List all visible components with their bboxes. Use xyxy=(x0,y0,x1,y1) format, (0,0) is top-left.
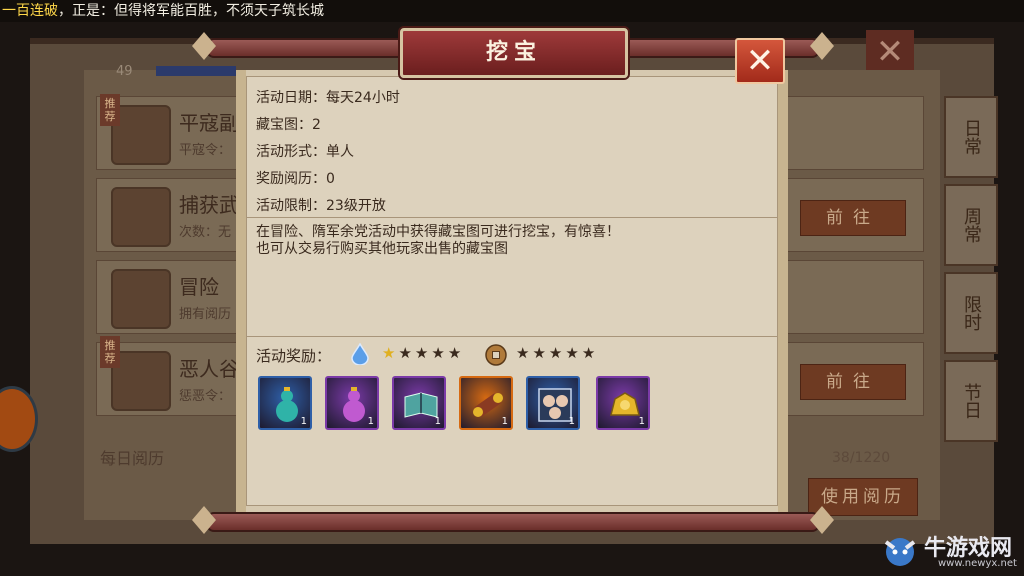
tab-weekly[interactable]: 周常 xyxy=(944,184,998,266)
star-icon: ★ xyxy=(447,344,465,362)
star-icon: ★ xyxy=(516,344,533,362)
reward-item-book[interactable]: 1 xyxy=(392,376,446,430)
activity-icon xyxy=(111,269,171,329)
info-activity-limit: 活动限制：23级开放 xyxy=(256,198,386,214)
activity-subtitle: 平寇令： xyxy=(179,143,232,158)
info-activity-form: 活动形式：单人 xyxy=(256,144,354,160)
activity-title: 平寇副 xyxy=(179,111,239,135)
star-icon: ★ xyxy=(581,344,599,362)
activity-icon xyxy=(111,187,171,247)
daily-experience-label: 每日阅历 xyxy=(100,449,165,468)
item-quantity: 1 xyxy=(638,416,645,427)
copper-coin-icon xyxy=(485,344,507,366)
info-activity-date: 活动日期：每天24小时 xyxy=(256,90,400,106)
reward-item-gold-ornament[interactable]: 1 xyxy=(596,376,650,430)
activity-title: 冒险 xyxy=(179,275,219,299)
item-quantity: 1 xyxy=(568,416,575,427)
activity-title: 恶人谷 xyxy=(179,357,239,381)
go-button[interactable]: 前往 xyxy=(800,200,906,236)
recommend-tag: 推荐 xyxy=(100,336,120,368)
player-level: 49 xyxy=(116,64,133,79)
modal-close-button[interactable]: ✕ xyxy=(735,38,785,84)
star-icon: ★ xyxy=(532,344,549,362)
activity-icon xyxy=(111,351,171,411)
reward-item-teal-gourd[interactable]: 1 xyxy=(258,376,312,430)
water-drop-icon xyxy=(351,343,369,365)
activity-description: 在冒险、隋军余党活动中获得藏宝图可进行挖宝，有惊喜！ 也可从交易行购买其他玩家出… xyxy=(256,224,766,258)
divider xyxy=(246,336,778,337)
go-button[interactable]: 前往 xyxy=(800,364,906,400)
activity-subtitle: 惩恶令： xyxy=(179,389,232,404)
reward-item-scroll[interactable]: 1 xyxy=(459,376,513,430)
daily-experience-count: 38/1220 xyxy=(832,450,891,466)
activity-subtitle: 次数：无 xyxy=(179,225,232,240)
item-quantity: 1 xyxy=(300,416,307,427)
watermark-logo: 牛游戏网 www.newyx.net xyxy=(880,530,1020,572)
description-line: 在冒险、隋军余党活动中获得藏宝图可进行挖宝，有惊喜！ xyxy=(256,224,620,240)
reward-item-portrait-card[interactable]: 1 xyxy=(526,376,580,430)
activity-title: 捕获武 xyxy=(179,193,239,217)
watermark-url: www.newyx.net xyxy=(938,558,1017,569)
star-icon: ★ xyxy=(548,344,566,362)
info-reward-experience: 奖励阅历：0 xyxy=(256,171,335,187)
tab-festival[interactable]: 节日 xyxy=(944,360,998,442)
background-close-button[interactable]: ✕ xyxy=(866,30,914,74)
coin-star-rating: ★★★★★ xyxy=(516,344,598,362)
reward-label: 活动奖励： xyxy=(256,347,332,365)
item-quantity: 1 xyxy=(501,416,508,427)
exp-bar xyxy=(156,66,236,76)
recommend-tag: 推荐 xyxy=(100,94,120,126)
marquee-text: ，正是：但得将军能百胜，不须天子筑长城 xyxy=(58,3,324,19)
info-treasure-map: 藏宝图：2 xyxy=(256,117,321,133)
star-icon: ★ xyxy=(565,344,582,362)
tab-daily[interactable]: 日常 xyxy=(944,96,998,178)
star-icon: ★ xyxy=(382,344,399,362)
tab-limited[interactable]: 限时 xyxy=(944,272,998,354)
description-line: 也可从交易行购买其他玩家出售的藏宝图 xyxy=(256,241,508,257)
star-icon: ★ xyxy=(398,344,415,362)
star-icon: ★ xyxy=(414,344,432,362)
item-quantity: 1 xyxy=(434,416,441,427)
item-quantity: 1 xyxy=(367,416,374,427)
reward-item-purple-gourd[interactable]: 1 xyxy=(325,376,379,430)
divider xyxy=(246,217,778,218)
marquee-highlight: 一百连破 xyxy=(2,3,58,19)
broadcast-marquee: 一百连破，正是：但得将军能百胜，不须天子筑长城 xyxy=(0,0,1024,22)
modal-title: 挖宝 xyxy=(400,28,628,78)
drop-star-rating: ★★★★★ xyxy=(382,344,464,362)
activity-icon xyxy=(111,105,171,165)
scroll-bottom-rod xyxy=(192,506,834,534)
activity-subtitle: 拥有阅历 xyxy=(179,307,232,322)
bull-logo-icon xyxy=(884,538,916,566)
star-icon: ★ xyxy=(431,344,448,362)
